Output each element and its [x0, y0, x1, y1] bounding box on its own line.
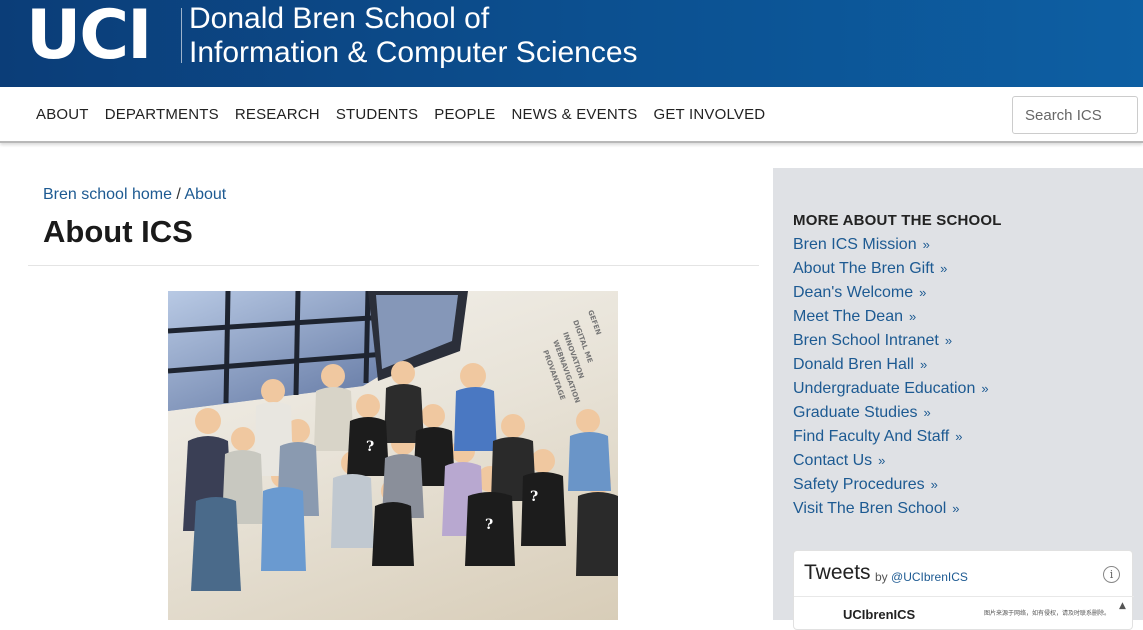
double-chevron-right-icon: » [981, 381, 989, 396]
sidebar-heading: MORE ABOUT THE SCHOOL [793, 212, 1002, 229]
sidebar-link-deans-welcome[interactable]: Dean's Welcome » [793, 283, 989, 307]
nav-item-students[interactable]: STUDENTS [336, 106, 418, 123]
school-name-line2: Information & Computer Sciences [189, 36, 638, 69]
sidebar-link-bren-ics-mission[interactable]: Bren ICS Mission » [793, 235, 989, 259]
sidebar-link-label: Meet The Dean [793, 308, 903, 325]
double-chevron-right-icon: » [952, 501, 960, 516]
double-chevron-right-icon: » [909, 309, 917, 324]
sidebar-link-find-faculty-and-staff[interactable]: Find Faculty And Staff » [793, 427, 989, 451]
scroll-up-arrow-icon[interactable]: ▲ [1119, 601, 1126, 611]
nav-item-about[interactable]: ABOUT [36, 106, 89, 123]
sidebar-link-label: Undergraduate Education [793, 380, 976, 397]
sidebar-link-label: Dean's Welcome [793, 284, 914, 301]
search-input[interactable] [1012, 96, 1138, 134]
sidebar-link-label: Find Faculty And Staff [793, 428, 950, 445]
double-chevron-right-icon: » [919, 357, 928, 372]
twitter-handle-link[interactable]: @UCIbrenICS [891, 570, 968, 584]
nav-item-people[interactable]: PEOPLE [434, 106, 495, 123]
double-chevron-right-icon: » [878, 453, 886, 468]
sidebar-link-undergraduate-education[interactable]: Undergraduate Education » [793, 379, 989, 403]
tweets-divider [794, 596, 1134, 597]
tweets-by-label: by [875, 570, 888, 584]
sidebar-link-label: Bren ICS Mission [793, 236, 917, 253]
page-title: About ICS [43, 214, 193, 249]
sidebar-link-donald-bren-hall[interactable]: Donald Bren Hall » [793, 355, 989, 379]
breadcrumb-home-link[interactable]: Bren school home [43, 186, 172, 203]
sidebar-link-meet-the-dean[interactable]: Meet The Dean » [793, 307, 989, 331]
school-name[interactable]: Donald Bren School of Information & Comp… [189, 2, 638, 70]
double-chevron-right-icon: » [944, 333, 953, 348]
double-chevron-right-icon: » [930, 477, 938, 492]
sidebar-link-label: Donald Bren Hall [793, 356, 914, 373]
nav-item-news-events[interactable]: NEWS & EVENTS [511, 106, 637, 123]
shirt-logo-3: ? [485, 517, 493, 533]
breadcrumb-current-link[interactable]: About [184, 186, 226, 203]
sidebar-link-label: Visit The Bren School [793, 500, 947, 517]
sidebar-link-label: Bren School Intranet [793, 332, 939, 349]
main-nav: ABOUT DEPARTMENTS RESEARCH STUDENTS PEOP… [0, 87, 1143, 143]
sidebar-link-bren-school-intranet[interactable]: Bren School Intranet » [793, 331, 989, 355]
sidebar-link-contact-us[interactable]: Contact Us » [793, 451, 989, 475]
header-banner: UCI Donald Bren School of Information & … [0, 0, 1143, 87]
group-photo-illustration: GEFEN DIGITAL ME INNOVATION WEBNAVIGATIO… [168, 291, 618, 591]
double-chevron-right-icon: » [955, 429, 963, 444]
double-chevron-right-icon: » [940, 261, 948, 276]
nav-item-research[interactable]: RESEARCH [235, 106, 320, 123]
tweets-by-line: by @UCIbrenICS [875, 570, 968, 584]
breadcrumb: Bren school home / About [43, 186, 226, 204]
nav-item-get-involved[interactable]: GET INVOLVED [653, 106, 765, 123]
sidebar-link-label: Safety Procedures [793, 476, 925, 493]
logo-divider [181, 8, 182, 63]
school-name-line1: Donald Bren School of [189, 2, 490, 35]
double-chevron-right-icon: » [923, 405, 931, 420]
watermark-text: 图片来源于网络，如有侵权，请及时联系删除。 [984, 610, 1111, 617]
sidebar-link-label: Graduate Studies [793, 404, 918, 421]
twitter-widget: Tweets by @UCIbrenICS i UCIbrenICS 图片来源于… [793, 550, 1134, 630]
sidebar-link-label: Contact Us [793, 452, 873, 469]
title-divider [28, 265, 759, 266]
wall-text-1: GEFEN [586, 309, 602, 336]
sidebar-link-graduate-studies[interactable]: Graduate Studies » [793, 403, 989, 427]
nav-menu: ABOUT DEPARTMENTS RESEARCH STUDENTS PEOP… [28, 106, 773, 123]
shirt-logo-2: ? [530, 489, 538, 505]
tweets-title: Tweets [804, 561, 871, 584]
sidebar-link-label: About The Bren Gift [793, 260, 935, 277]
nav-item-departments[interactable]: DEPARTMENTS [105, 106, 219, 123]
info-icon[interactable]: i [1103, 566, 1120, 583]
group-photo: GEFEN DIGITAL ME INNOVATION WEBNAVIGATIO… [168, 291, 618, 620]
sidebar-link-about-bren-gift[interactable]: About The Bren Gift » [793, 259, 989, 283]
sidebar-link-safety-procedures[interactable]: Safety Procedures » [793, 475, 989, 499]
shirt-logo-1: ? [366, 439, 374, 455]
uci-logo[interactable]: UCI [26, 2, 152, 70]
double-chevron-right-icon: » [919, 285, 927, 300]
double-chevron-right-icon: » [922, 237, 930, 252]
sidebar-link-visit-the-bren-school[interactable]: Visit The Bren School » [793, 499, 989, 523]
breadcrumb-separator: / [171, 186, 185, 203]
sidebar: MORE ABOUT THE SCHOOL Bren ICS Mission » … [773, 168, 1143, 630]
sidebar-link-list: Bren ICS Mission » About The Bren Gift » D… [793, 235, 989, 523]
wall-lettering: GEFEN DIGITAL ME INNOVATION WEBNAVIGATIO… [541, 309, 602, 404]
